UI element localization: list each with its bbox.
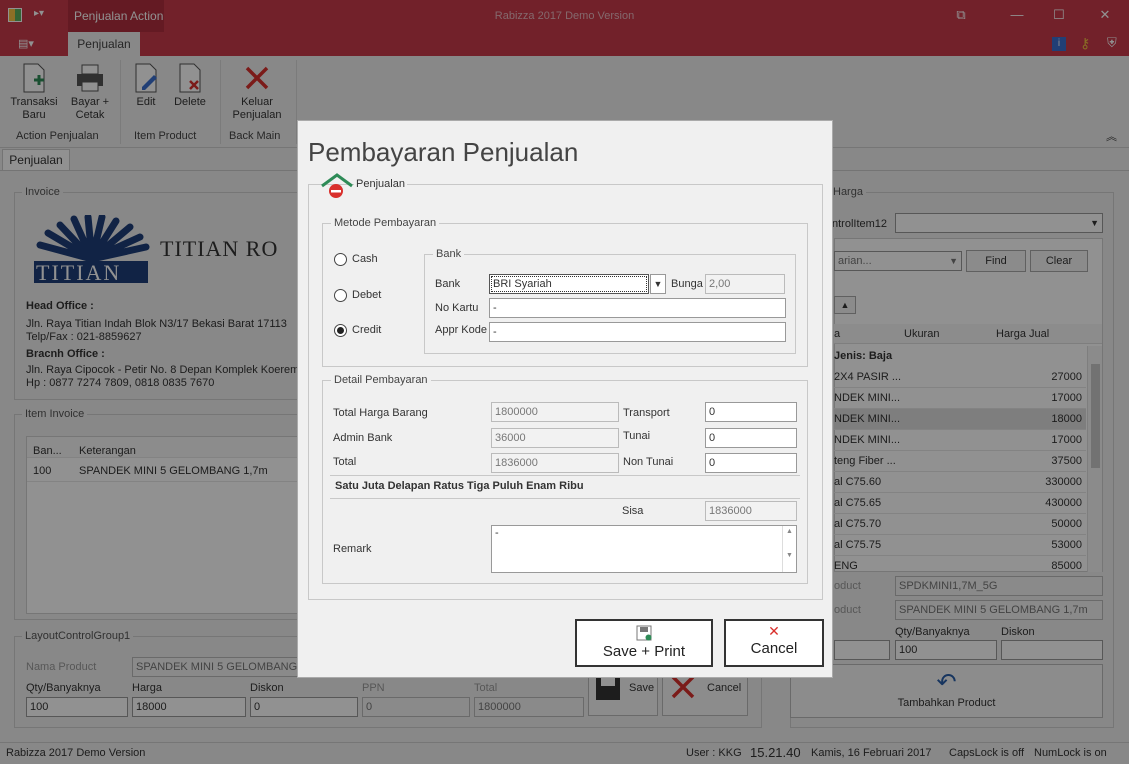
terbilang-text: Satu Juta Delapan Ratus Tiga Puluh Enam … (335, 480, 584, 492)
payment-dialog: Pembayaran Penjualan Penjualan Metode Pe… (297, 120, 833, 678)
debet-radio[interactable] (334, 289, 347, 302)
sisa-label: Sisa (622, 505, 644, 517)
transport-field[interactable]: 0 (705, 402, 797, 422)
bank-dropdown-button[interactable]: ▼ (650, 274, 666, 294)
appr-kode-field[interactable]: - (489, 322, 786, 342)
bank-group-title: Bank (433, 248, 465, 260)
admin-bank-field[interactable]: 36000 (491, 428, 619, 448)
bunga-label: Bunga (671, 278, 703, 290)
dialog-title: Pembayaran Penjualan (308, 137, 579, 167)
save-icon (636, 625, 652, 641)
cancel-label: Cancel (750, 640, 798, 657)
cash-radio[interactable] (334, 253, 347, 266)
transport-label: Transport (623, 407, 670, 419)
remark-textarea[interactable]: - (491, 525, 797, 573)
non-tunai-field[interactable]: 0 (705, 453, 797, 473)
no-kartu-field[interactable]: - (489, 298, 786, 318)
credit-label[interactable]: Credit (352, 324, 381, 336)
divider (330, 475, 800, 476)
cancel-x-icon: ✕ (768, 623, 780, 639)
total-dialog-label: Total (333, 456, 357, 468)
chevron-down-icon: ▼ (653, 279, 663, 289)
bank-select[interactable]: BRI Syariah (489, 274, 649, 294)
save-print-button[interactable]: Save + Print (575, 619, 713, 667)
divider (330, 498, 800, 499)
total-dialog-field[interactable]: 1836000 (491, 453, 619, 473)
bunga-field[interactable]: 2,00 (705, 274, 785, 294)
detail-group-title: Detail Pembayaran (331, 374, 431, 386)
debet-label[interactable]: Debet (352, 289, 381, 301)
home-remove-icon (321, 173, 353, 198)
save-print-label: Save + Print (602, 643, 686, 660)
remark-scrollbar[interactable]: ▲ ▼ (782, 526, 796, 572)
penjualan-group-title: Penjualan (354, 178, 407, 190)
appr-kode-label: Appr Kode (435, 324, 487, 336)
sisa-field[interactable]: 1836000 (705, 501, 797, 521)
credit-radio[interactable] (334, 324, 347, 337)
admin-bank-label: Admin Bank (333, 432, 393, 444)
total-harga-label: Total Harga Barang (333, 407, 428, 419)
remark-label: Remark (333, 543, 372, 555)
metode-group-title: Metode Pembayaran (331, 217, 440, 229)
bank-label: Bank (435, 278, 461, 290)
non-tunai-label: Non Tunai (623, 456, 674, 468)
tunai-label: Tunai (623, 430, 651, 442)
tunai-field[interactable]: 0 (705, 428, 797, 448)
cancel-button[interactable]: ✕ Cancel (724, 619, 824, 667)
no-kartu-label: No Kartu (435, 302, 479, 314)
cash-label[interactable]: Cash (352, 253, 378, 265)
total-harga-field[interactable]: 1800000 (491, 402, 619, 422)
